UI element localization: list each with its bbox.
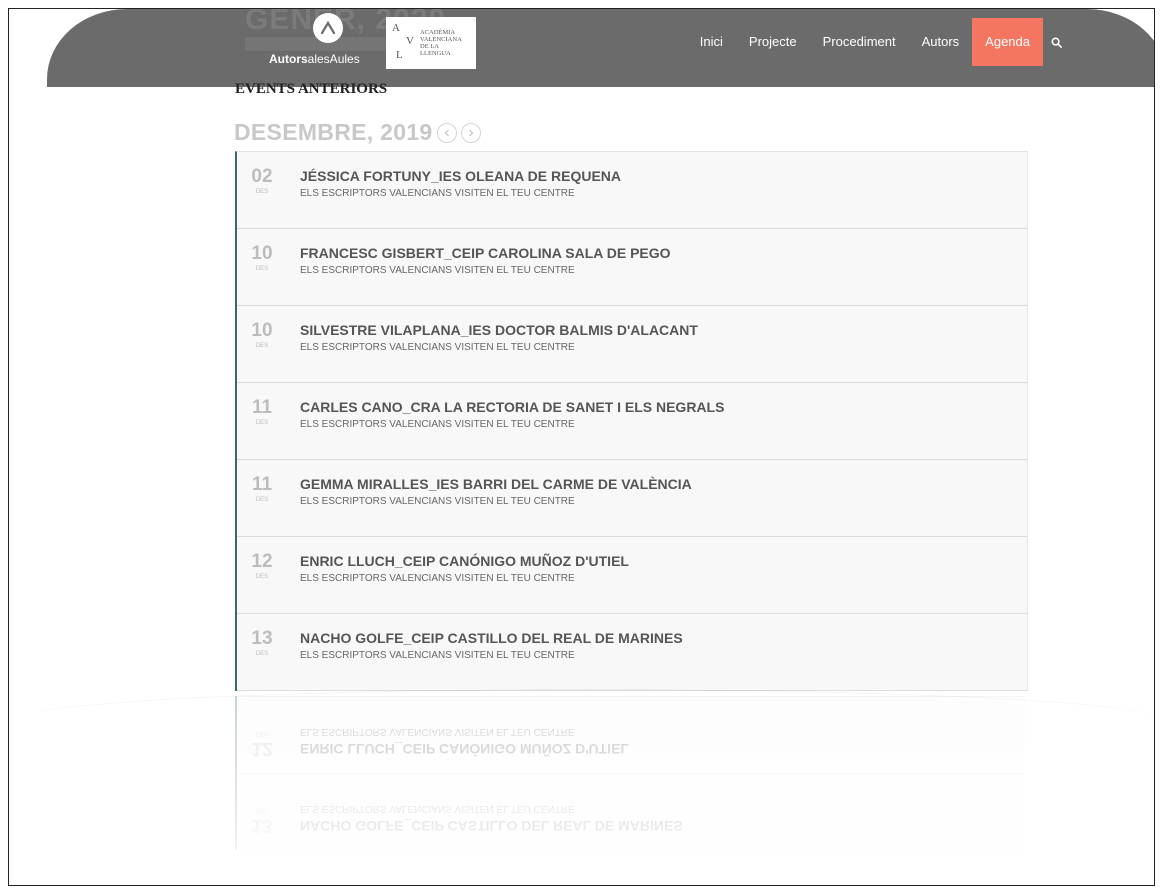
autors-logo-text: AutorsalesAules <box>269 52 360 66</box>
month-label: DESEMBRE, 2019 <box>234 119 433 145</box>
event-title: ENRIC LLUCH_CEIP CANÓNIGO MUÑOZ D'UTIEL <box>300 553 629 569</box>
event-month: DES <box>255 651 269 657</box>
nav-autors[interactable]: Autors <box>909 18 973 66</box>
event-month: DES <box>255 343 269 349</box>
avl-logo[interactable]: A V L ACADÈMIA VALENCIANA DE LA LLENGUA <box>386 17 476 69</box>
event-month: DES <box>255 574 269 580</box>
autors-logo[interactable]: AutorsalesAules <box>269 13 365 73</box>
search-icon[interactable] <box>1043 18 1069 66</box>
autors-logo-icon <box>313 13 343 43</box>
event-subtitle: ELS ESCRIPTORS VALENCIANS VISITEN EL TEU… <box>300 573 575 584</box>
event-month: DES <box>255 266 269 272</box>
nav-inici[interactable]: Inici <box>687 18 736 66</box>
next-month-button[interactable] <box>460 122 481 143</box>
event-title: GEMMA MIRALLES_IES BARRI DEL CARME DE VA… <box>300 476 692 492</box>
event-month: DES <box>255 497 269 503</box>
event-item[interactable]: 02 DES JÉSSICA FORTUNY_IES OLEANA DE REQUE… <box>237 152 1027 229</box>
event-title: JÉSSICA FORTUNY_IES OLEANA DE REQUENA <box>300 168 622 184</box>
chevron-right-icon <box>468 129 473 136</box>
nav-projecte[interactable]: Projecte <box>736 18 810 66</box>
event-day: 10 <box>251 320 273 341</box>
event-day: 02 <box>251 166 273 187</box>
prev-month-button[interactable] <box>436 122 457 143</box>
event-item[interactable]: 11 DES GEMMA MIRALLES_IES BARRI DEL CARME … <box>237 460 1027 537</box>
event-subtitle: ELS ESCRIPTORS VALENCIANS VISITEN EL TEU… <box>300 650 575 661</box>
event-day: 11 <box>251 474 273 495</box>
site-header: GENER, 2020 AutorsalesAules A V L ACADÈM… <box>47 9 1154 87</box>
bottom-fade <box>9 693 1154 885</box>
event-item[interactable]: 13 DES NACHO GOLFE_CEIP CASTILLO DEL REAL … <box>237 614 1027 691</box>
event-list: 02 DES JÉSSICA FORTUNY_IES OLEANA DE REQUE… <box>235 151 1028 691</box>
nav-procediment[interactable]: Procediment <box>810 18 909 66</box>
event-item[interactable]: 11 DES CARLES CANO_CRA LA RECTORIA DE SANE… <box>237 383 1027 460</box>
event-title: SILVESTRE VILAPLANA_IES DOCTOR BALMIS D'… <box>300 322 698 338</box>
event-subtitle: ELS ESCRIPTORS VALENCIANS VISITEN EL TEU… <box>300 188 575 199</box>
month-header: DESEMBRE, 2019 <box>234 119 481 146</box>
chevron-left-icon <box>444 129 449 136</box>
nav-agenda[interactable]: Agenda <box>972 18 1043 66</box>
event-day: 11 <box>251 397 273 418</box>
event-title: CARLES CANO_CRA LA RECTORIA DE SANET I E… <box>300 399 725 415</box>
event-day: 12 <box>251 551 273 572</box>
avl-logo-name: ACADÈMIA VALENCIANA DE LA LLENGUA <box>420 29 462 57</box>
event-item[interactable]: 12 DES ENRIC LLUCH_CEIP CANÓNIGO MUÑOZ D'U… <box>237 537 1027 614</box>
section-title: EVENTS ANTERIORS <box>235 81 388 97</box>
event-item[interactable]: 10 DES FRANCESC GISBERT_CEIP CAROLINA SALA… <box>237 229 1027 306</box>
event-subtitle: ELS ESCRIPTORS VALENCIANS VISITEN EL TEU… <box>300 496 575 507</box>
event-month: DES <box>255 189 269 195</box>
event-day: 10 <box>251 243 273 264</box>
event-item[interactable]: 10 DES SILVESTRE VILAPLANA_IES DOCTOR BALM… <box>237 306 1027 383</box>
event-subtitle: ELS ESCRIPTORS VALENCIANS VISITEN EL TEU… <box>300 342 575 353</box>
event-subtitle: ELS ESCRIPTORS VALENCIANS VISITEN EL TEU… <box>300 265 575 276</box>
main-nav: Inici Projecte Procediment Autors Agenda <box>687 18 1069 66</box>
page-frame: GENER, 2020 AutorsalesAules A V L ACADÈM… <box>8 8 1155 886</box>
event-day: 13 <box>251 628 273 649</box>
event-title: FRANCESC GISBERT_CEIP CAROLINA SALA DE P… <box>300 245 671 261</box>
event-month: DES <box>255 420 269 426</box>
event-title: NACHO GOLFE_CEIP CASTILLO DEL REAL DE MA… <box>300 630 683 646</box>
avl-logo-letters: A V L <box>392 22 414 61</box>
event-subtitle: ELS ESCRIPTORS VALENCIANS VISITEN EL TEU… <box>300 419 575 430</box>
